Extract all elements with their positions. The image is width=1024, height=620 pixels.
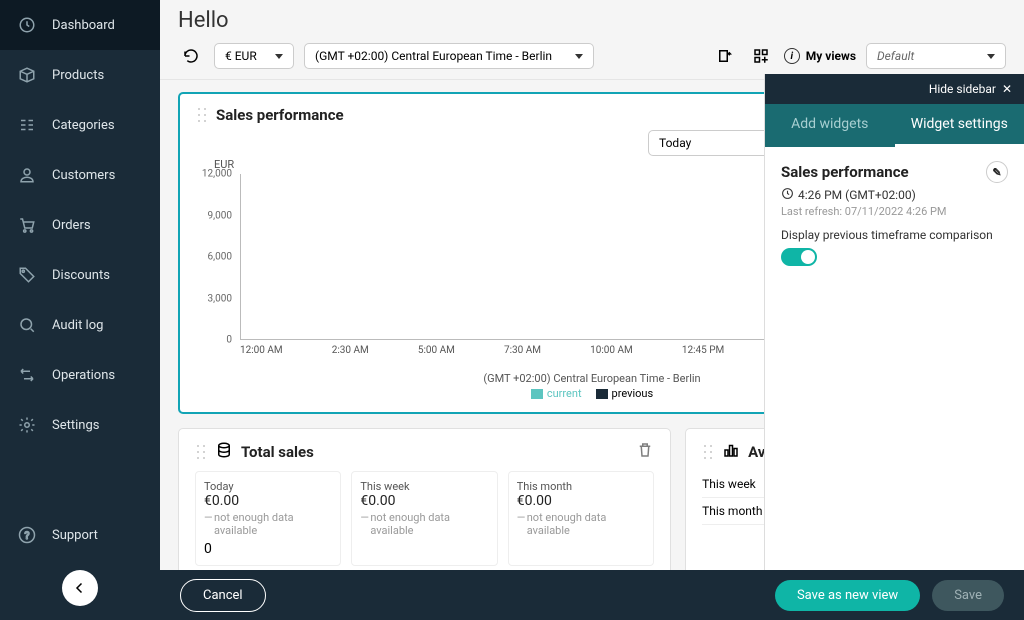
svg-text:?: ? [25, 529, 30, 542]
back-button[interactable] [62, 570, 98, 606]
sidebar-item-label: Orders [52, 218, 91, 233]
chart-yaxis: 12,0009,0006,0003,0000 [196, 174, 236, 340]
drag-handle-icon[interactable] [196, 106, 208, 124]
comparison-toggle[interactable] [781, 248, 817, 266]
delete-widget-button[interactable] [636, 441, 654, 463]
chevron-down-icon [987, 54, 995, 59]
clock-icon [781, 187, 794, 203]
hide-sidebar-button[interactable]: Hide sidebar ✕ [765, 74, 1024, 104]
sidebar-item-operations[interactable]: Operations [0, 350, 160, 400]
toolbar: € EUR (GMT +02:00) Central European Time… [160, 33, 1024, 80]
sidebar-item-label: Discounts [52, 268, 110, 283]
sidebar-item-label: Settings [52, 418, 99, 433]
auditlog-icon [16, 314, 38, 336]
sidebar-item-customers[interactable]: Customers [0, 150, 160, 200]
drag-handle-icon[interactable] [702, 443, 714, 461]
view-select[interactable]: Default [866, 43, 1006, 69]
customers-icon [16, 164, 38, 186]
total-sales-icon [215, 441, 233, 463]
chevron-down-icon [275, 54, 283, 59]
panel-body: Sales performance ✎ 4:26 PM (GMT+02:00) … [765, 147, 1024, 280]
currency-value: € EUR [225, 49, 257, 63]
sidebar: Dashboard Products Categories Customers … [0, 0, 160, 620]
bottom-bar: Cancel Save as new view Save [160, 570, 1024, 620]
sidebar-item-categories[interactable]: Categories [0, 100, 160, 150]
edit-widget-title-button[interactable]: ✎ [986, 161, 1008, 183]
drag-handle-icon[interactable] [195, 443, 207, 461]
comparison-toggle-label: Display previous timeframe comparison [781, 228, 1008, 242]
sidebar-item-label: Operations [52, 368, 115, 383]
total-sales-card: Total sales Today€0.00not enough data av… [178, 428, 671, 579]
legend-previous: previous [612, 387, 654, 400]
info-icon[interactable]: i [784, 48, 800, 64]
sidebar-item-dashboard[interactable]: Dashboard [0, 0, 160, 50]
sidebar-item-discounts[interactable]: Discounts [0, 250, 160, 300]
header: Hello [160, 0, 1024, 33]
sidebar-item-products[interactable]: Products [0, 50, 160, 100]
save-as-new-view-button[interactable]: Save as new view [775, 580, 920, 611]
right-panel: Hide sidebar ✕ Add widgets Widget settin… [764, 74, 1024, 570]
add-widget-button[interactable] [748, 43, 774, 69]
sidebar-item-orders[interactable]: Orders [0, 200, 160, 250]
widget-time: 4:26 PM (GMT+02:00) [798, 188, 916, 202]
bar-chart-icon [722, 441, 740, 463]
settings-icon [16, 414, 38, 436]
sidebar-item-label: Customers [52, 168, 115, 183]
categories-icon [16, 114, 38, 136]
save-button[interactable]: Save [932, 580, 1004, 611]
sidebar-item-label: Audit log [52, 318, 103, 333]
tab-add-widgets[interactable]: Add widgets [765, 104, 895, 147]
card-title: Sales performance [216, 106, 344, 124]
panel-tabs: Add widgets Widget settings [765, 104, 1024, 147]
operations-icon [16, 364, 38, 386]
discounts-icon [16, 264, 38, 286]
widget-settings-title: Sales performance [781, 163, 909, 181]
sidebar-item-label: Categories [52, 118, 115, 133]
sidebar-item-auditlog[interactable]: Audit log [0, 300, 160, 350]
view-value: Default [877, 49, 914, 63]
card-title: Total sales [241, 443, 314, 461]
timezone-value: (GMT +02:00) Central European Time - Ber… [315, 49, 552, 63]
currency-select[interactable]: € EUR [214, 43, 294, 69]
timezone-select[interactable]: (GMT +02:00) Central European Time - Ber… [304, 43, 594, 69]
cancel-button[interactable]: Cancel [180, 579, 266, 612]
refresh-button[interactable] [178, 43, 204, 69]
support-icon: ? [16, 524, 38, 546]
sidebar-item-settings[interactable]: Settings [0, 400, 160, 450]
sidebar-item-label: Products [52, 68, 104, 83]
my-views-label-group: i My views [784, 48, 856, 64]
total-sales-columns: Today€0.00not enough data available0This… [195, 471, 654, 566]
sidebar-item-label: Dashboard [52, 18, 115, 33]
sidebar-item-label: Support [52, 528, 98, 543]
orders-icon [16, 214, 38, 236]
my-views-label: My views [806, 49, 856, 63]
tab-widget-settings[interactable]: Widget settings [895, 104, 1024, 147]
last-refresh-text: Last refresh: 07/11/2022 4:26 PM [781, 205, 1008, 218]
page-title: Hello [178, 8, 1006, 33]
legend-current: current [547, 387, 582, 400]
chevron-down-icon [575, 54, 583, 59]
sidebar-item-support[interactable]: ? Support [0, 510, 160, 560]
dashboard-icon [16, 14, 38, 36]
period-value: Today [659, 136, 691, 150]
export-button[interactable] [712, 43, 738, 69]
products-icon [16, 64, 38, 86]
